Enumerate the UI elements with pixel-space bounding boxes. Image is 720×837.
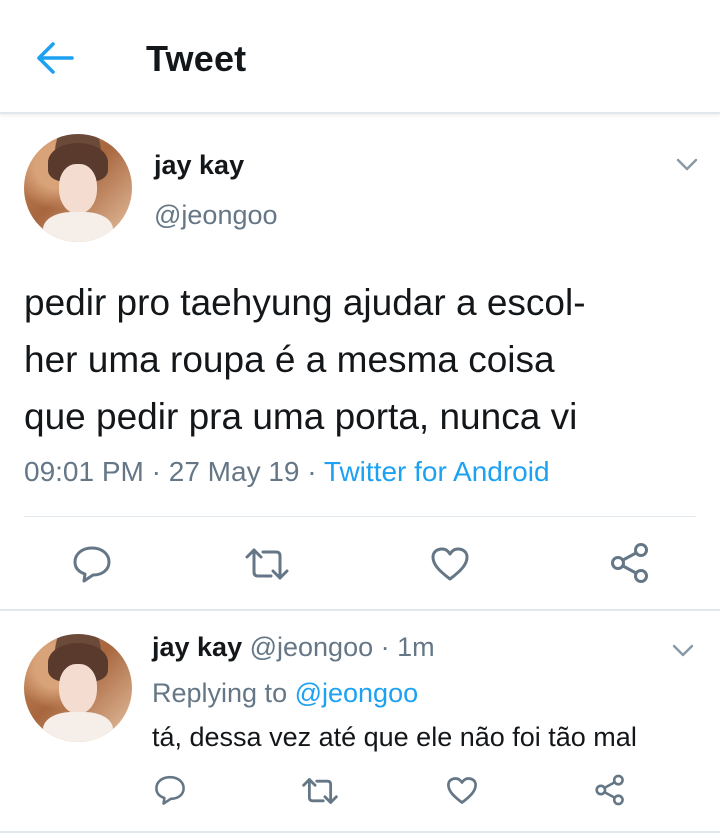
arrow-left-icon <box>37 42 74 74</box>
reply-header: jay kay @jeongoo · 1m <box>152 632 435 663</box>
tweet-meta: 09:01 PM · 27 May 19 · Twitter for Andro… <box>24 456 550 488</box>
divider <box>0 831 720 833</box>
tweet-date: 27 May 19 <box>168 456 300 487</box>
heart-icon <box>431 547 469 581</box>
replying-to: Replying to @jeongoo <box>152 678 418 709</box>
divider <box>24 516 696 517</box>
reply-text: tá, dessa vez até que ele não foi tão ma… <box>152 722 637 752</box>
reply-handle-time: @jeongoo · 1m <box>242 632 435 662</box>
back-button[interactable] <box>36 40 76 76</box>
like-button[interactable] <box>430 546 470 582</box>
reply-avatar[interactable] <box>24 634 132 742</box>
page-title: Tweet <box>146 38 247 79</box>
retweet-button[interactable] <box>245 546 289 582</box>
reply-like-button[interactable] <box>446 776 478 805</box>
tweet-menu-button[interactable] <box>676 158 698 172</box>
share-icon <box>611 543 648 583</box>
reply-reply-button[interactable] <box>154 774 186 806</box>
tweet-text: pedir pro taehyung ajudar a escol- her u… <box>24 282 586 437</box>
reply-button[interactable] <box>72 544 112 584</box>
author-name[interactable]: jay kay <box>154 150 244 181</box>
top-bar: Tweet <box>0 0 720 114</box>
reply-menu-button[interactable] <box>672 644 694 658</box>
author-handle[interactable]: @jeongoo <box>154 200 278 231</box>
reply-author-name[interactable]: jay kay <box>152 632 242 662</box>
tweet-source-link[interactable]: Twitter for Android <box>324 456 550 487</box>
reply-retweet-button[interactable] <box>302 776 338 806</box>
retweet-icon <box>245 548 289 580</box>
meta-separator: · <box>143 456 169 487</box>
tweet-time: 09:01 PM <box>24 456 144 487</box>
chevron-down-icon <box>672 644 694 657</box>
reply-share-button[interactable] <box>594 774 626 806</box>
retweet-icon <box>302 778 338 804</box>
divider <box>0 609 720 611</box>
meta-separator: · <box>299 456 324 487</box>
replying-prefix: Replying to <box>152 678 295 708</box>
replying-to-link[interactable]: @jeongoo <box>295 678 419 708</box>
reply-icon <box>155 775 185 805</box>
chevron-down-icon <box>676 158 698 171</box>
reply-icon <box>73 546 111 583</box>
share-button[interactable] <box>609 542 651 584</box>
avatar[interactable] <box>24 134 132 242</box>
share-icon <box>595 774 624 806</box>
heart-icon <box>447 777 477 804</box>
